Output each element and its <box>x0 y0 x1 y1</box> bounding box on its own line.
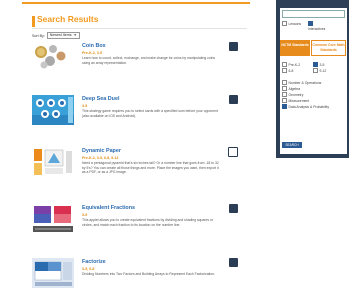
device-compat-icon <box>229 258 238 267</box>
title-accent <box>32 16 35 27</box>
deep-sea-duel-thumbnail[interactable] <box>32 95 74 125</box>
topic-checkbox[interactable] <box>282 80 287 85</box>
top-accent-bar <box>22 2 250 4</box>
grade-checkbox[interactable] <box>313 62 318 67</box>
result-title[interactable]: Deep Sea Duel <box>82 96 119 102</box>
coin-box-thumbnail[interactable] <box>32 42 74 72</box>
dynamic-paper-thumbnail[interactable] <box>32 147 74 177</box>
grade-option[interactable]: Pre-K-2 <box>282 62 300 67</box>
sidebar-search-input[interactable] <box>282 10 345 18</box>
chevron-down-icon: ▼ <box>73 33 77 37</box>
grade-option[interactable]: 3-5 <box>313 62 324 67</box>
result-grades: Pre-K-2, 3-5 <box>82 51 102 55</box>
filter-lessons[interactable]: Lessons <box>282 21 301 26</box>
grade-option[interactable]: 6-8 <box>282 68 293 73</box>
result-grades: 3-5 <box>82 104 88 108</box>
filter-interactives[interactable] <box>308 21 313 26</box>
tab-nctm-standards[interactable]: NCTM Standards <box>280 40 310 56</box>
lessons-checkbox[interactable] <box>282 21 287 26</box>
topic-label: Geometry <box>288 92 304 97</box>
result-title[interactable]: Dynamic Paper <box>82 148 121 154</box>
sort-select[interactable]: Newest Items ▼ <box>46 32 80 39</box>
factorize-thumbnail[interactable] <box>32 258 74 288</box>
grade-label: Pre-K-2 <box>288 62 301 67</box>
interactives-label-wrap: Interactives <box>308 27 325 31</box>
result-grades: 3-5 <box>82 213 88 217</box>
grade-checkbox[interactable] <box>313 68 318 73</box>
topic-label: Data Analysis & Probability <box>288 104 330 109</box>
grade-label: 9-12 <box>319 68 327 73</box>
topic-checkbox[interactable] <box>282 98 287 103</box>
search-button[interactable]: SEARCH <box>282 142 302 148</box>
grade-label: 3-5 <box>319 62 325 67</box>
lessons-label: Lessons <box>288 21 302 26</box>
result-description: Need a pentagonal pyramid that's six inc… <box>82 161 219 175</box>
grade-checkbox[interactable] <box>282 68 287 73</box>
interactives-label: Interactives <box>308 27 326 31</box>
interactives-checkbox[interactable] <box>308 21 313 26</box>
topic-label: Measurement <box>288 98 310 103</box>
result-title[interactable]: Factorize <box>82 259 106 265</box>
tab-common-core[interactable]: Common Core Math Standards <box>311 40 346 56</box>
topic-option[interactable]: Measurement <box>282 98 309 103</box>
topic-checkbox[interactable] <box>282 86 287 91</box>
title-divider <box>32 28 247 29</box>
device-compat-icon <box>228 147 238 157</box>
filter-box: Lessons Interactives NCTM Standards Comm… <box>280 8 347 154</box>
topic-checkbox[interactable] <box>282 92 287 97</box>
filter-sidebar: Lessons Interactives NCTM Standards Comm… <box>276 0 349 158</box>
result-description: This applet allows you to create equival… <box>82 218 213 227</box>
device-compat-icon <box>229 42 238 51</box>
result-description: This strategy game requires you to selec… <box>82 109 218 118</box>
results-panel: Search Results Sort By: Newest Items ▼ C… <box>0 0 250 300</box>
topic-option[interactable]: Algebra <box>282 86 300 91</box>
topic-label: Number & Operations <box>288 80 322 85</box>
sort-bar: Sort By: Newest Items ▼ <box>32 32 80 39</box>
grade-checkbox[interactable] <box>282 62 287 67</box>
sort-label: Sort By: <box>32 33 45 38</box>
result-grades: 3-5, 6-8 <box>82 267 95 271</box>
result-description: Learn how to count, collect, exchange, a… <box>82 56 216 65</box>
sort-value: Newest Items <box>49 33 72 37</box>
result-title[interactable]: Equivalent Fractions <box>82 205 135 211</box>
topic-option[interactable]: Geometry <box>282 92 303 97</box>
grade-option[interactable]: 9-12 <box>313 68 326 73</box>
page-title: Search Results <box>37 14 99 24</box>
equivalent-fractions-thumbnail[interactable] <box>32 204 74 234</box>
result-description: Dividing Numbers into Two Factors and Bu… <box>82 272 215 276</box>
topic-option[interactable]: Data Analysis & Probability <box>282 104 329 109</box>
device-compat-icon <box>229 95 238 104</box>
topic-checkbox[interactable] <box>282 104 287 109</box>
result-title[interactable]: Coin Box <box>82 43 106 49</box>
grade-label: 6-8 <box>288 68 294 73</box>
result-grades: Pre-K-2, 3-5, 6-8, 9-12 <box>82 156 119 160</box>
topic-label: Algebra <box>288 86 301 91</box>
device-compat-icon <box>229 204 238 213</box>
topic-option[interactable]: Number & Operations <box>282 80 321 85</box>
